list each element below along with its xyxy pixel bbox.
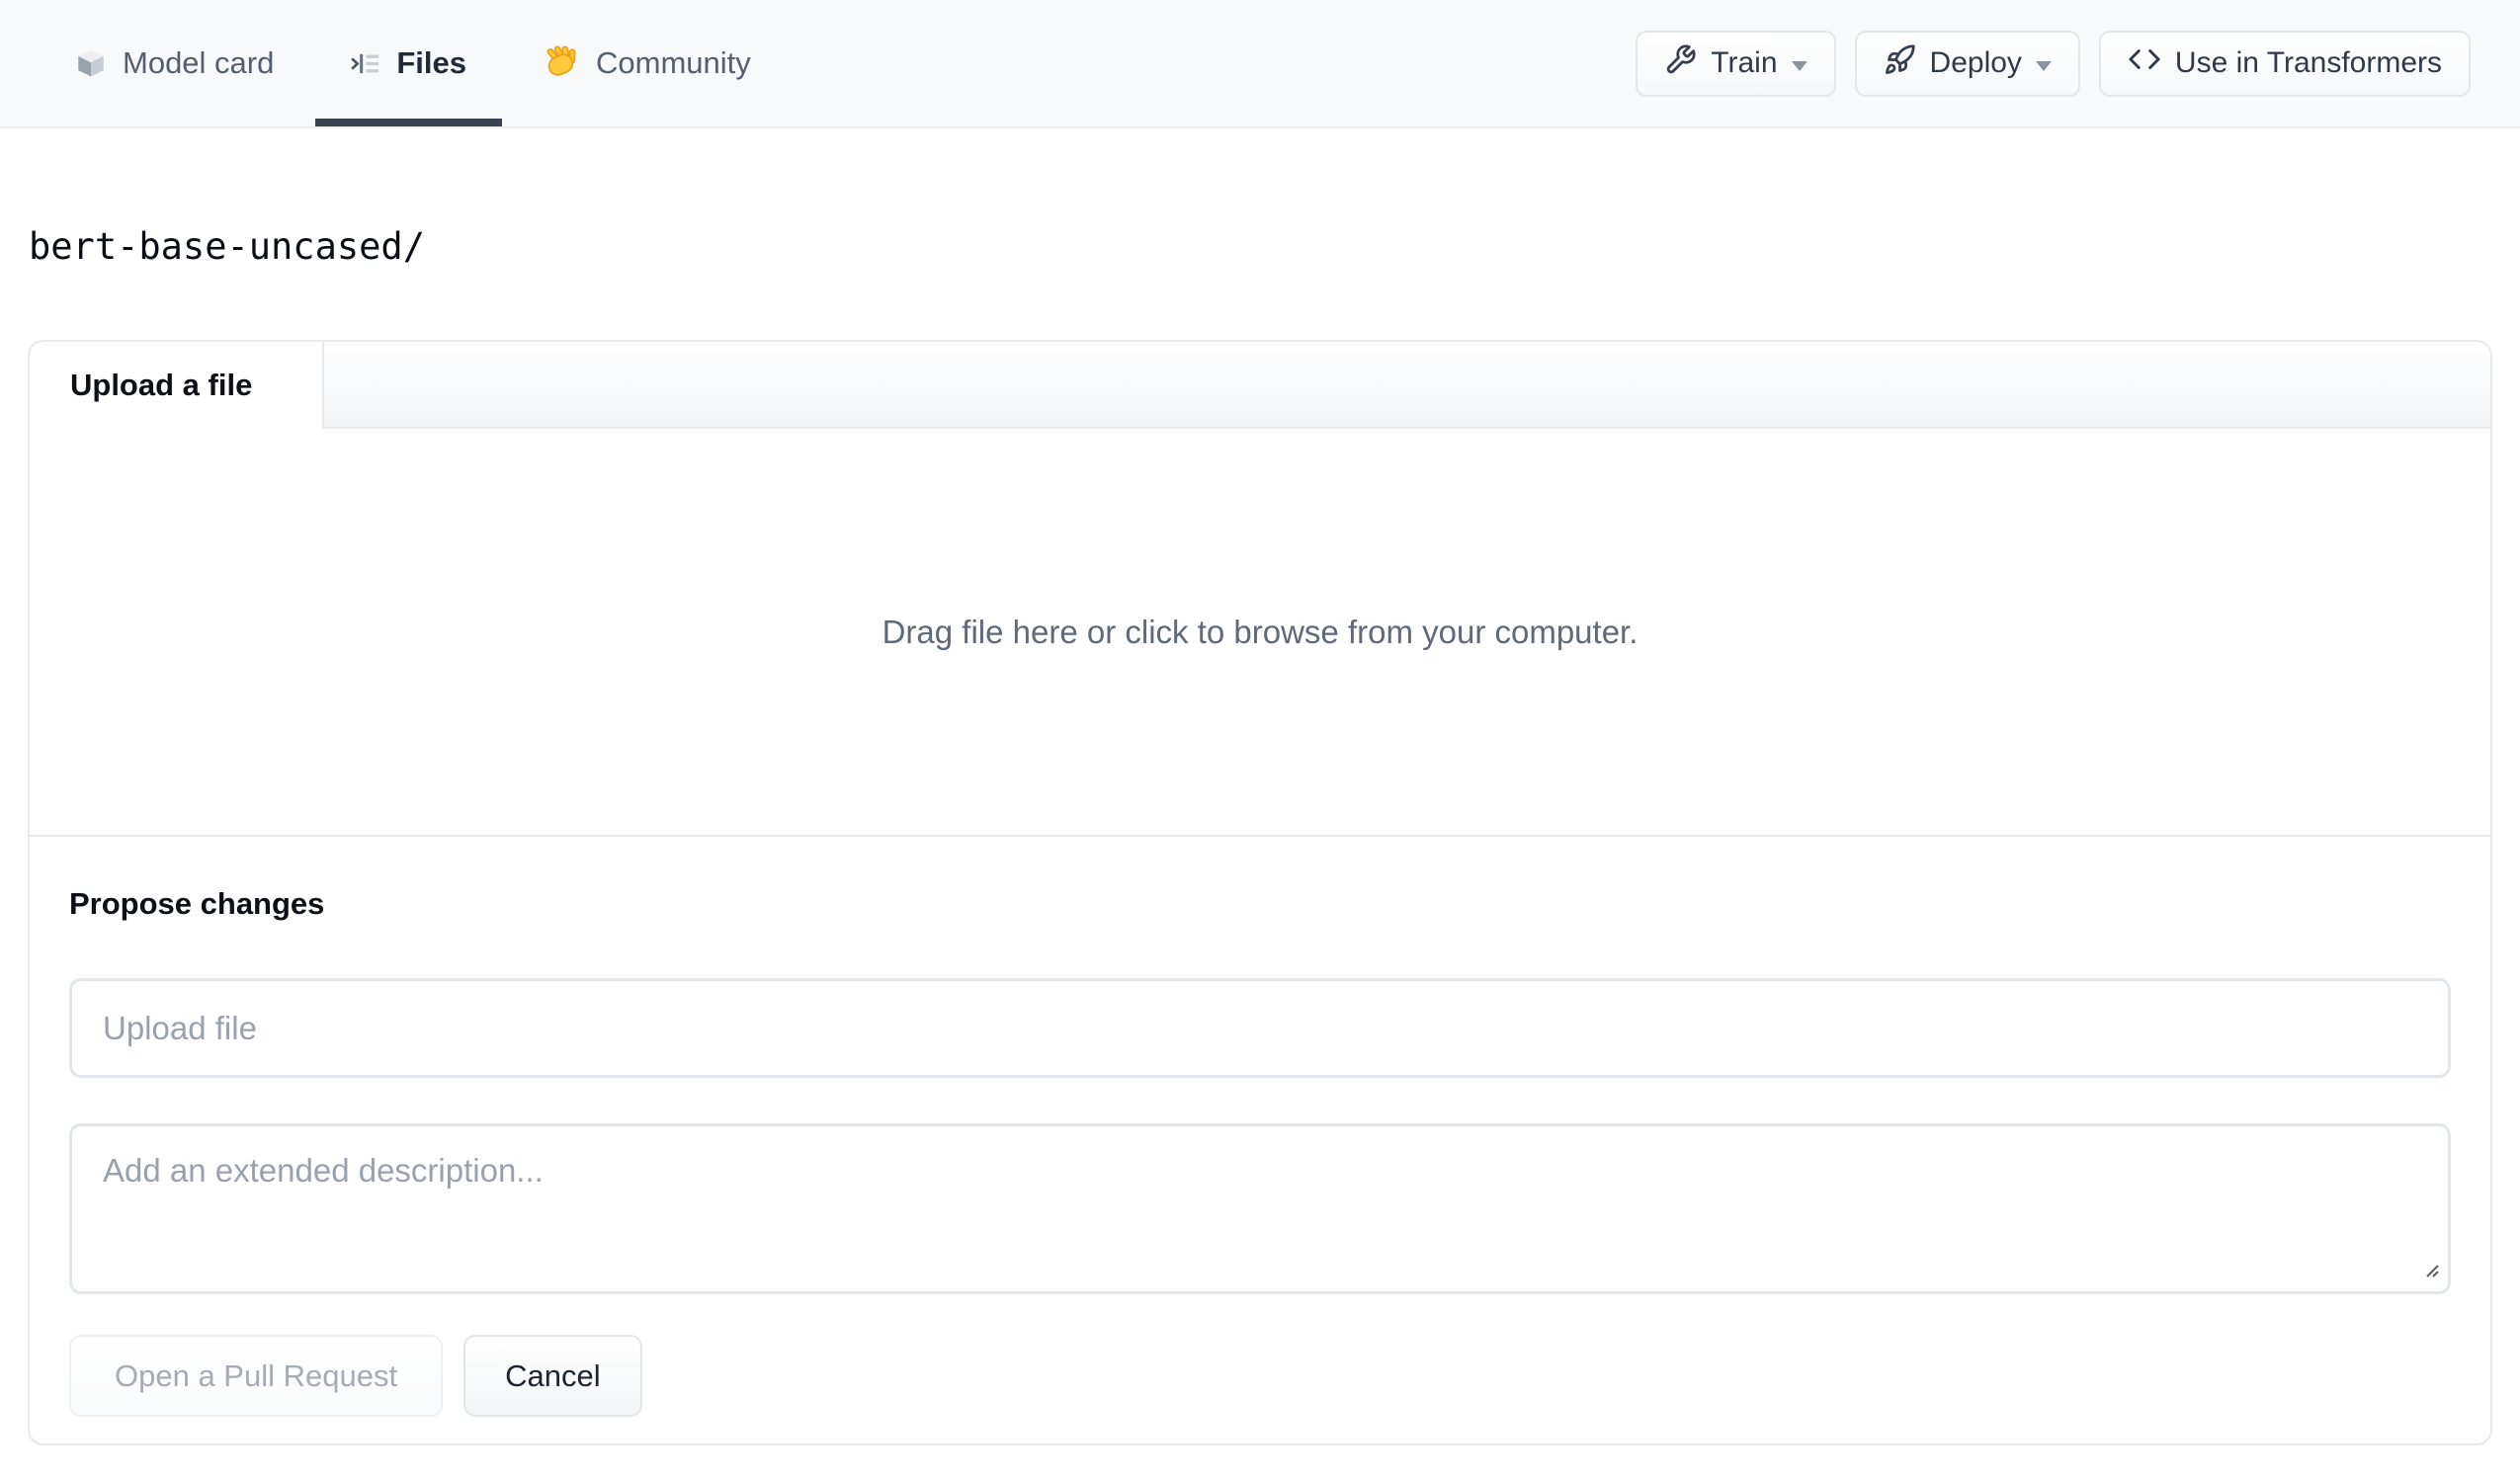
repo-path: bert-base-uncased/ [29,225,425,268]
tab-files-label: Files [396,45,467,80]
upload-card: Upload a file Drag file here or click to… [28,340,2492,1445]
tabrow-filler [324,342,2490,429]
repo-tabs: Model card Files Community [39,0,787,126]
tab-upload-a-file-label: Upload a file [70,368,253,402]
propose-actions-row: Open a Pull Request Cancel [69,1335,2451,1417]
upload-card-tabrow: Upload a file [30,342,2490,429]
tab-upload-a-file[interactable]: Upload a file [30,342,324,429]
train-button[interactable]: Train [1636,30,1836,97]
wrench-icon [1664,43,1697,84]
propose-changes-section: Propose changes Open a Pull Request Canc… [30,835,2490,1443]
cancel-button[interactable]: Cancel [463,1335,642,1417]
chevron-down-icon [2035,61,2052,71]
cube-icon [74,46,108,80]
deploy-button-label: Deploy [1929,46,2022,79]
repo-header-bar: Model card Files Community Train Deploy … [0,0,2520,128]
upload-file-input[interactable] [69,978,2451,1078]
use-in-transformers-button[interactable]: Use in Transformers [2098,30,2471,97]
propose-changes-heading: Propose changes [69,886,325,921]
dropzone-hint-text: Drag file here or click to browse from y… [882,613,1638,650]
chevron-down-icon [1791,61,1807,71]
deploy-button[interactable]: Deploy [1854,30,2080,97]
rocket-icon [1884,43,1916,84]
waving-hand-icon [544,44,581,82]
description-field-wrapper [69,1123,2451,1294]
tab-files[interactable]: Files [315,0,502,126]
tab-model-card-label: Model card [123,45,275,80]
tab-model-card[interactable]: Model card [39,0,309,126]
code-icon [2128,42,2161,84]
open-pull-request-button[interactable]: Open a Pull Request [69,1335,444,1417]
file-dropzone[interactable]: Drag file here or click to browse from y… [30,429,2490,835]
tab-community[interactable]: Community [508,0,787,126]
file-tree-icon [351,48,381,79]
extended-description-textarea[interactable] [69,1123,2451,1294]
train-button-label: Train [1711,46,1778,79]
repo-action-buttons: Train Deploy Use in Transformers [1636,0,2471,126]
use-in-transformers-label: Use in Transformers [2174,46,2442,79]
tab-community-label: Community [596,45,751,80]
